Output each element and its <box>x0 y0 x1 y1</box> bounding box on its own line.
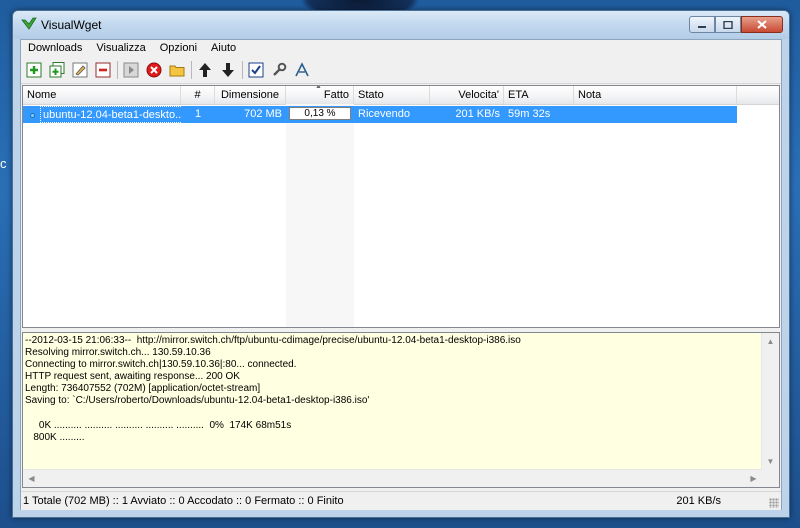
scroll-left-arrow-icon[interactable]: ◀ <box>23 470 40 487</box>
menu-opzioni[interactable]: Opzioni <box>153 40 204 57</box>
add-batch-icon <box>49 62 65 78</box>
column-header-number[interactable]: # <box>181 86 215 104</box>
maximize-button[interactable] <box>715 16 741 33</box>
log-line: Length: 736407552 (702M) [application/oc… <box>25 383 261 395</box>
resize-grip-icon[interactable] <box>769 498 779 508</box>
log-line: 800K ......... <box>25 431 85 443</box>
desktop-edge-text: c <box>0 156 7 171</box>
toolbar-separator <box>242 61 243 79</box>
toolbar-separator <box>191 61 192 79</box>
select-all-button[interactable] <box>246 60 266 80</box>
column-header-stato[interactable]: Stato <box>354 86 430 104</box>
column-header-fatto-label: Fatto <box>323 89 349 101</box>
progress-text: 0,13 % <box>304 108 336 119</box>
cell-speed: 201 KB/s <box>455 108 500 120</box>
status-summary: 1 Totale (702 MB) :: 1 Avviato :: 0 Acco… <box>23 495 344 507</box>
options-icon <box>273 62 287 76</box>
start-button[interactable] <box>121 60 141 80</box>
options-button[interactable] <box>269 60 289 80</box>
scroll-up-arrow-icon[interactable]: ▲ <box>762 333 779 350</box>
open-folder-icon <box>169 65 185 77</box>
cell-progress: 0,13 % <box>286 106 354 123</box>
remove-download-button[interactable] <box>93 60 113 80</box>
cell-number: 1 <box>194 108 202 120</box>
cell-status: Ricevendo <box>358 108 410 120</box>
scroll-down-arrow-icon[interactable]: ▼ <box>762 453 779 470</box>
log-line: 0K .......... .......... .......... ....… <box>25 419 292 431</box>
download-name: ubuntu-12.04-beta1-deskto... <box>40 106 181 123</box>
window-title: VisualWget <box>41 18 102 32</box>
column-header-fatto[interactable]: ▲ Fatto <box>286 86 354 104</box>
log-horizontal-scrollbar[interactable]: ◀ ▶ <box>23 469 762 487</box>
scroll-right-arrow-icon[interactable]: ▶ <box>745 470 762 487</box>
column-header-nome[interactable]: Nome <box>23 86 181 104</box>
close-icon <box>757 20 767 29</box>
log-line: Saving to: `C:/Users/roberto/Downloads/u… <box>25 395 370 407</box>
progress-bar: 0,13 % <box>289 107 351 120</box>
log-line: HTTP request sent, awaiting response... … <box>25 371 240 383</box>
move-up-button[interactable] <box>195 60 215 80</box>
menu-downloads[interactable]: Downloads <box>21 40 89 57</box>
menu-bar: Downloads Visualizza Opzioni Aiuto <box>21 40 781 57</box>
remove-download-icon <box>95 62 111 78</box>
table-row[interactable]: ubuntu-12.04-beta1-deskto... 1 702 MB 0,… <box>23 106 737 123</box>
add-batch-button[interactable] <box>47 60 67 80</box>
toolbar-separator <box>117 61 118 79</box>
edit-download-button[interactable] <box>70 60 90 80</box>
maximize-icon <box>723 20 733 29</box>
visualwget-logo-icon <box>21 17 37 30</box>
scheduler-icon <box>295 62 309 77</box>
log-line: Connecting to mirror.switch.ch|130.59.10… <box>25 359 297 371</box>
add-download-icon <box>26 62 42 78</box>
start-icon <box>123 62 139 78</box>
log-line: --2012-03-15 21:06:33-- http://mirror.sw… <box>25 335 521 346</box>
add-download-button[interactable] <box>24 60 44 80</box>
column-header-dimensione[interactable]: Dimensione <box>215 86 286 104</box>
sort-ascending-icon: ▲ <box>315 86 322 90</box>
title-bar[interactable]: VisualWget <box>13 11 789 39</box>
log-vertical-scrollbar[interactable]: ▲ ▼ <box>761 333 779 470</box>
move-up-icon <box>199 63 211 77</box>
status-bar: 1 Totale (702 MB) :: 1 Avviato :: 0 Acco… <box>21 491 781 510</box>
list-header: Nome # Dimensione ▲ Fatto Stato Velocita'… <box>23 86 779 105</box>
stop-icon <box>146 62 162 78</box>
app-window: VisualWget Downloads Visualizza Opzioni … <box>12 10 790 518</box>
cell-note <box>574 106 737 123</box>
stop-button[interactable] <box>144 60 164 80</box>
cell-eta: 59m 32s <box>508 108 551 120</box>
column-header-nota[interactable]: Nota <box>574 86 737 104</box>
log-pane[interactable]: --2012-03-15 21:06:33-- http://mirror.sw… <box>22 332 780 488</box>
downloads-list[interactable]: Nome # Dimensione ▲ Fatto Stato Velocita'… <box>22 85 780 328</box>
window-controls <box>689 16 783 34</box>
column-header-eta[interactable]: ETA <box>504 86 574 104</box>
cell-size: 702 MB <box>244 108 282 120</box>
status-speed: 201 KB/s <box>676 495 721 507</box>
open-folder-button[interactable] <box>167 60 187 80</box>
minimize-icon <box>698 25 706 28</box>
sorted-column-shade <box>286 104 354 327</box>
select-all-icon <box>248 62 264 78</box>
client-area: Downloads Visualizza Opzioni Aiuto Nome … <box>20 39 782 510</box>
column-header-velocita[interactable]: Velocita' <box>430 86 504 104</box>
log-text: --2012-03-15 21:06:33-- http://mirror.sw… <box>25 335 761 444</box>
menu-aiuto[interactable]: Aiuto <box>204 40 243 57</box>
scrollbar-corner <box>762 470 779 487</box>
cell-name: ubuntu-12.04-beta1-deskto... <box>23 106 181 123</box>
toolbar <box>21 57 781 84</box>
move-down-icon <box>222 63 234 77</box>
log-line: Resolving mirror.switch.ch... 130.59.10.… <box>25 347 211 359</box>
move-down-button[interactable] <box>218 60 238 80</box>
scheduler-button[interactable] <box>292 60 312 80</box>
minimize-button[interactable] <box>689 16 715 33</box>
menu-visualizza[interactable]: Visualizza <box>89 40 152 57</box>
edit-download-icon <box>72 62 88 78</box>
close-button[interactable] <box>741 16 783 33</box>
